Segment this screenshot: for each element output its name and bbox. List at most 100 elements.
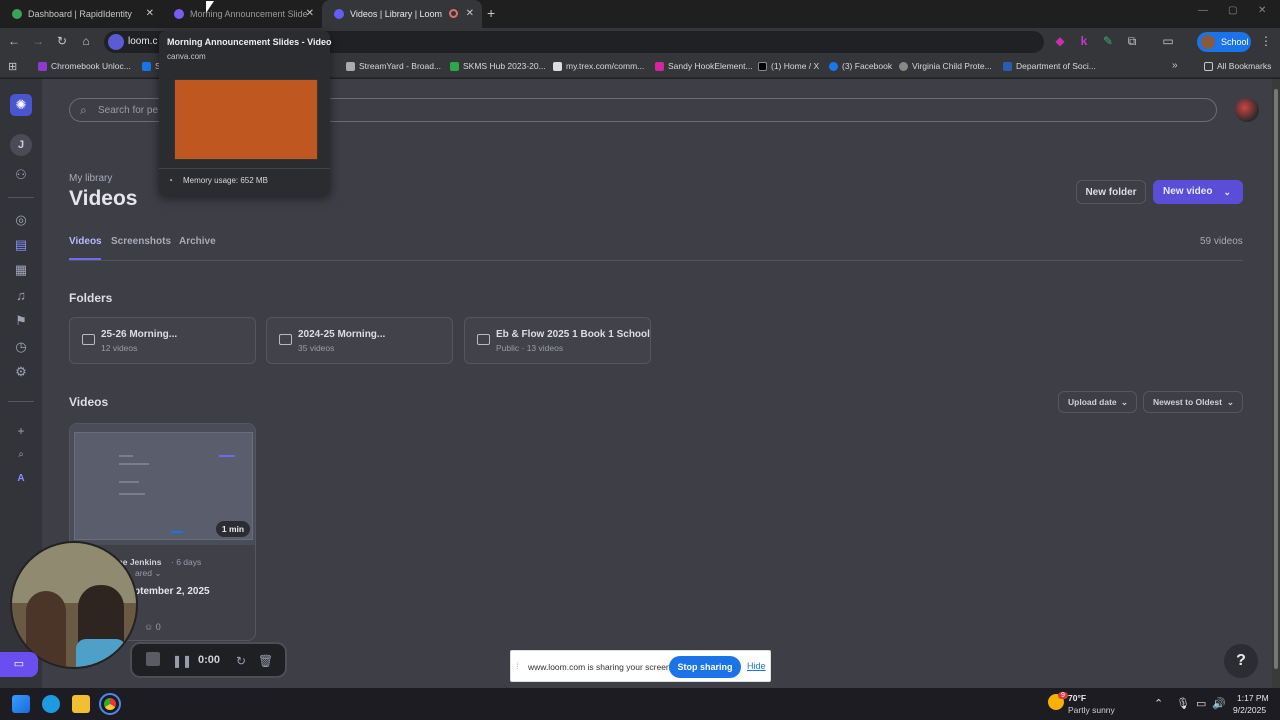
bookmark-item[interactable]: StreamYard - Broad...: [346, 61, 441, 71]
bookmark-item[interactable]: (1) Home / X: [758, 61, 819, 71]
tab-loom[interactable]: Videos | Library | Loom ✕: [322, 0, 482, 28]
bookmark-label: (3) Facebook: [842, 61, 893, 71]
webcam-bubble[interactable]: [10, 541, 138, 669]
scrollbar[interactable]: [1272, 79, 1280, 688]
avatar: [1201, 35, 1215, 49]
facebook-icon: [829, 61, 838, 71]
stop-recording-icon[interactable]: [146, 652, 160, 666]
new-video-button[interactable]: New video ⌄: [1153, 180, 1243, 204]
minimize-icon[interactable]: —: [1198, 5, 1208, 16]
tab-hover-card: Morning Announcement Slides - Video canv…: [159, 31, 332, 195]
bookmark-item[interactable]: Sandy HookElement...: [655, 61, 753, 71]
tab-canva[interactable]: Morning Announcement Slide ✕: [162, 0, 322, 28]
volume-icon[interactable]: 🔊: [1212, 697, 1226, 710]
weather-temp[interactable]: 70°F: [1068, 693, 1086, 703]
gear-icon[interactable]: ⚙: [12, 364, 30, 380]
restart-icon[interactable]: ↻: [236, 654, 246, 668]
bookmark-item[interactable]: S: [142, 61, 161, 71]
bookmark-label: StreamYard - Broad...: [359, 61, 442, 71]
tab-videos[interactable]: Videos: [69, 236, 102, 247]
video-title[interactable]: ptember 2, 2025: [134, 586, 210, 597]
cast-icon[interactable]: ▭: [1160, 34, 1176, 48]
sort-field-dropdown[interactable]: Upload date ⌄: [1058, 391, 1137, 413]
weather-badge: 9: [1058, 692, 1068, 699]
extensions-puzzle-icon[interactable]: ⧉: [1124, 34, 1140, 49]
folder-meta: 12 videos: [101, 343, 138, 353]
camera-toggle-icon[interactable]: ▭: [0, 652, 38, 677]
tab-rapididentity[interactable]: Dashboard | RapidIdentity ✕: [0, 0, 162, 28]
extension-icon[interactable]: ✎: [1100, 34, 1116, 48]
all-bookmarks-button[interactable]: All Bookmarks: [1204, 61, 1271, 71]
new-folder-button[interactable]: New folder: [1076, 180, 1146, 204]
add-member-icon[interactable]: ⚇: [12, 167, 30, 183]
bookmark-icon[interactable]: ⚑: [12, 313, 30, 329]
shared-status[interactable]: ared ⌄: [135, 568, 162, 579]
breadcrumb[interactable]: My library: [69, 173, 112, 184]
bookmark-item[interactable]: Department of Soci...: [1003, 61, 1096, 71]
bell-icon[interactable]: ♫: [12, 288, 30, 303]
loom-logo-icon[interactable]: ✺: [10, 94, 32, 116]
folder-card[interactable]: Eb & Flow 2025 1 Book 1 School Public · …: [464, 317, 651, 364]
kami-extension-icon[interactable]: k: [1076, 34, 1092, 48]
library-icon[interactable]: ▤: [12, 237, 30, 253]
bookmark-item[interactable]: Chromebook Unloc...: [38, 61, 131, 71]
space-avatar[interactable]: A: [12, 473, 30, 484]
menu-icon[interactable]: ⋮: [1258, 34, 1274, 48]
sort-order-dropdown[interactable]: Newest to Oldest ⌄: [1143, 391, 1243, 413]
reload-icon[interactable]: ↻: [54, 34, 70, 48]
network-icon[interactable]: ▭: [1196, 697, 1206, 710]
profile-button[interactable]: School: [1197, 32, 1251, 52]
home-icon[interactable]: ⌂: [78, 34, 94, 48]
apps-grid-icon[interactable]: ⊞: [8, 60, 17, 73]
user-avatar[interactable]: [1235, 98, 1259, 122]
bookmark-item[interactable]: SKMS Hub 2023-20...: [450, 61, 546, 71]
clock-date[interactable]: 9/2/2025: [1233, 705, 1266, 715]
bookmark-item[interactable]: Virginia Child Prote...: [899, 61, 992, 71]
folder-card[interactable]: 2024-25 Morning... 35 videos: [266, 317, 453, 364]
chrome-icon[interactable]: [99, 693, 121, 715]
site-info-icon[interactable]: [108, 34, 124, 50]
pause-icon[interactable]: ❚❚: [172, 654, 192, 668]
help-button[interactable]: ?: [1224, 644, 1258, 678]
maximize-icon[interactable]: ▢: [1228, 5, 1237, 16]
bookmark-item[interactable]: (3) Facebook: [829, 61, 892, 71]
close-icon[interactable]: ✕: [146, 8, 154, 19]
stop-sharing-button[interactable]: Stop sharing: [669, 656, 741, 678]
bookmark-favicon-icon: [450, 61, 459, 71]
history-icon[interactable]: ◷: [12, 339, 30, 355]
forward-icon[interactable]: →: [30, 34, 46, 48]
weather-description[interactable]: Partly sunny: [1068, 705, 1115, 715]
extension-icon[interactable]: ◆: [1052, 34, 1068, 48]
add-icon[interactable]: +: [12, 424, 30, 438]
more-bookmarks-icon[interactable]: »: [1172, 60, 1178, 71]
drag-handle-icon[interactable]: ⁞: [516, 661, 519, 671]
close-icon[interactable]: ✕: [466, 8, 474, 19]
scrollbar-thumb[interactable]: [1274, 89, 1278, 669]
search-icon[interactable]: ⌕: [12, 449, 30, 460]
back-icon[interactable]: ←: [6, 34, 22, 48]
calendar-icon[interactable]: ▦: [12, 262, 30, 278]
file-explorer-icon[interactable]: [72, 695, 90, 713]
profile-icon[interactable]: ◎: [12, 212, 30, 228]
tab-screenshots[interactable]: Screenshots: [111, 236, 171, 247]
video-thumbnail[interactable]: 1 min: [70, 424, 255, 545]
chevron-down-icon: ⌄: [1226, 397, 1234, 407]
trash-icon[interactable]: 🗑: [258, 654, 273, 668]
chevron-up-icon[interactable]: ⌃: [1154, 697, 1163, 710]
window-close-icon[interactable]: ✕: [1258, 5, 1266, 16]
new-tab-icon[interactable]: +: [487, 5, 495, 21]
close-icon[interactable]: ✕: [306, 8, 314, 19]
microphone-icon[interactable]: 🎙: [1176, 697, 1190, 710]
workspace-avatar[interactable]: J: [10, 134, 32, 156]
bookmark-favicon-icon: [142, 61, 151, 71]
bookmark-item[interactable]: my.trex.com/comm...: [553, 61, 644, 71]
windows-start-icon[interactable]: [12, 695, 30, 713]
folder-card[interactable]: 25-26 Morning... 12 videos: [69, 317, 256, 364]
clock-time[interactable]: 1:17 PM: [1237, 693, 1269, 703]
bookmark-label: (1) Home / X: [771, 61, 820, 71]
edge-icon[interactable]: [42, 695, 60, 713]
tab-archive[interactable]: Archive: [179, 236, 216, 247]
folder-name: 25-26 Morning...: [101, 329, 178, 340]
hide-button[interactable]: Hide: [747, 661, 766, 671]
divider: [159, 168, 330, 169]
